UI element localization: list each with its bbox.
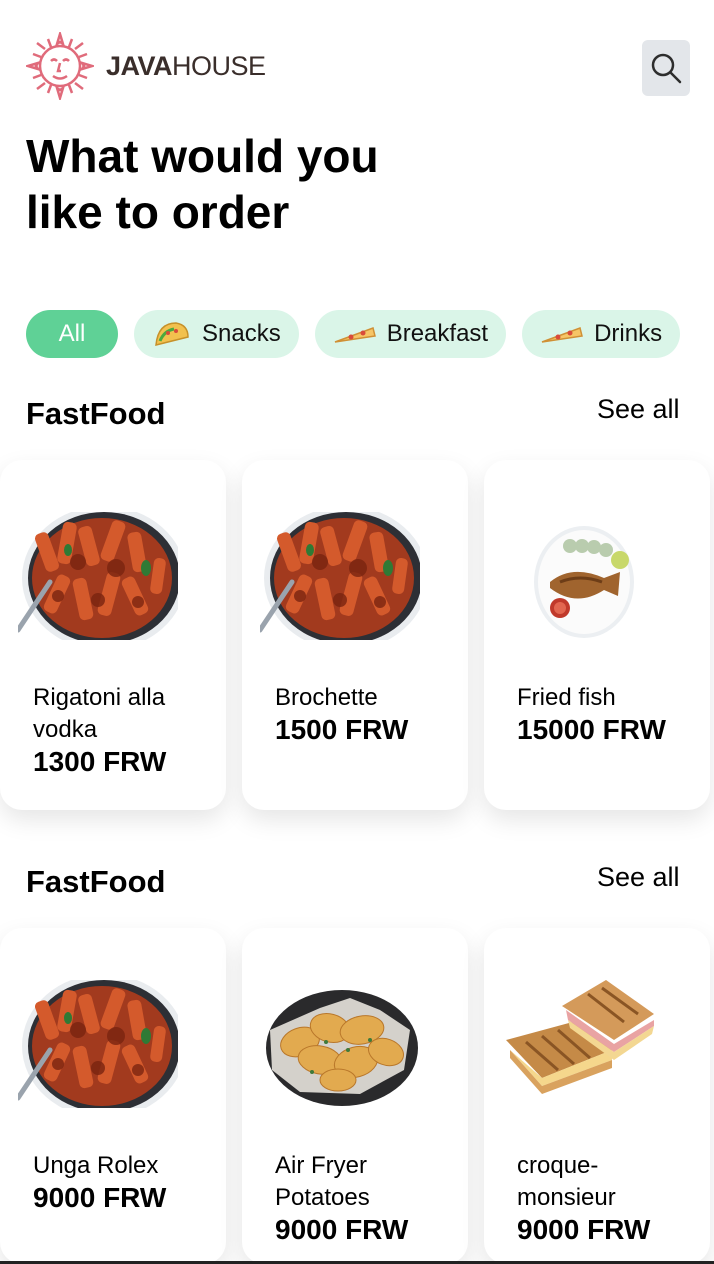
product-card[interactable]: Rigatoni alla vodka 1300 FRW (0, 460, 226, 810)
fried-fish-image (502, 512, 662, 640)
product-card[interactable]: Unga Rolex 9000 FRW (0, 928, 226, 1264)
category-chip-snacks[interactable]: Snacks (134, 310, 299, 358)
app-header: JAVAHOUSE (0, 0, 714, 120)
product-price: 9000 FRW (275, 1214, 409, 1245)
product-price: 9000 FRW (517, 1214, 651, 1245)
category-filter-bar: All Snacks Breakfast Drinks (26, 310, 696, 358)
search-icon (651, 53, 682, 84)
product-name: croque-monsieur (517, 1152, 616, 1211)
product-price: 15000 FRW (517, 714, 666, 745)
search-button[interactable] (642, 40, 690, 96)
product-name: Rigatoni alla vodka (33, 684, 166, 743)
page-title: What would you like to order (26, 130, 379, 238)
product-card[interactable]: Fried fish 15000 FRW (484, 460, 710, 810)
product-name: Air Fryer Potatoes (275, 1152, 370, 1211)
category-chip-breakfast[interactable]: Breakfast (314, 310, 507, 358)
product-name: Brochette (275, 684, 378, 711)
product-card[interactable]: croque-monsieur 9000 FRW (484, 928, 710, 1264)
product-name: Unga Rolex (33, 1152, 159, 1179)
product-price: 1300 FRW (33, 746, 167, 777)
section-title: FastFood (26, 864, 166, 899)
sandwich-image (502, 980, 662, 1108)
product-name: Fried fish (517, 684, 616, 711)
category-chip-all[interactable]: All (26, 310, 118, 358)
brand-logo[interactable]: JAVAHOUSE (26, 32, 266, 100)
product-card[interactable]: Air Fryer Potatoes 9000 FRW (242, 928, 468, 1264)
brand-name: JAVAHOUSE (106, 50, 266, 81)
potato-chips-image (260, 980, 420, 1108)
pasta-image (260, 512, 420, 640)
taco-icon (155, 322, 189, 346)
pasta-image (18, 980, 178, 1108)
pizza-icon (334, 327, 376, 343)
product-price: 1500 FRW (275, 714, 409, 745)
product-price: 9000 FRW (33, 1182, 167, 1213)
category-chip-drinks[interactable]: Drinks (522, 310, 681, 358)
see-all-link[interactable]: See all (597, 394, 680, 425)
product-card[interactable]: Brochette 1500 FRW (242, 460, 468, 810)
pasta-image (18, 512, 178, 640)
pizza-icon (541, 327, 584, 343)
sun-face-logo-icon (26, 32, 94, 100)
see-all-link[interactable]: See all (597, 862, 680, 893)
section-title: FastFood (26, 396, 166, 431)
